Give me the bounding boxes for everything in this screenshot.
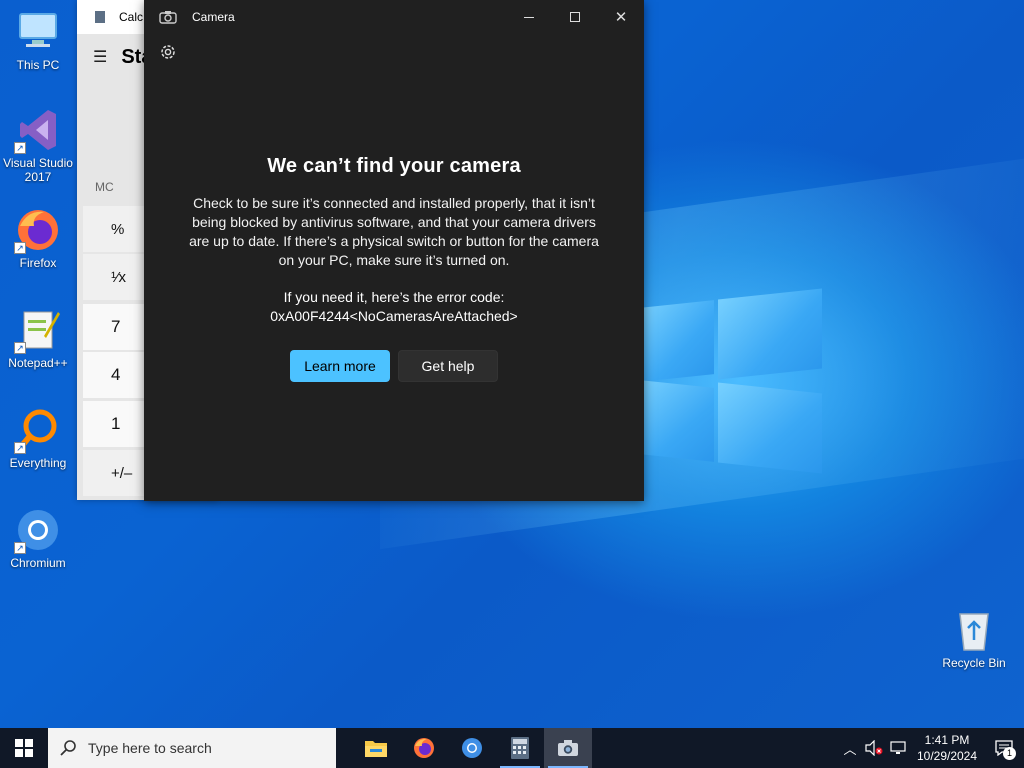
- everything-icon: ↗: [14, 406, 62, 454]
- clock-time: 1:41 PM: [924, 733, 970, 747]
- computer-icon: [14, 8, 62, 56]
- desktop-icon-this-pc[interactable]: This PC: [0, 8, 76, 72]
- start-button[interactable]: [0, 728, 48, 768]
- firefox-icon: ↗: [14, 206, 62, 254]
- chromium-icon: ↗: [14, 506, 62, 554]
- desktop-icon-label: Chromium: [10, 556, 66, 570]
- minimize-button[interactable]: [506, 0, 552, 34]
- taskbar-search-box[interactable]: Type here to search: [48, 728, 336, 768]
- desktop-icon-label: Visual Studio 2017: [3, 156, 73, 184]
- calculator-icon: [511, 737, 529, 759]
- error-heading: We can’t find your camera: [267, 155, 521, 177]
- recycle-bin-icon: [950, 606, 998, 654]
- camera-icon: [159, 10, 177, 24]
- search-icon: [60, 740, 76, 756]
- desktop-icon-notepadpp[interactable]: ↗ Notepad++: [0, 306, 76, 370]
- maximize-icon: [570, 12, 580, 22]
- firefox-icon: [414, 738, 434, 758]
- taskbar: Type here to search ︿ 1:41 PM 10/29/2024…: [0, 728, 1024, 768]
- desktop-icon-label: Firefox: [19, 256, 57, 270]
- calculator-title: Calc: [119, 10, 144, 24]
- close-button[interactable]: ✕: [598, 0, 644, 34]
- chromium-icon: [462, 738, 482, 758]
- get-help-button[interactable]: Get help: [398, 350, 498, 382]
- camera-window-title: Camera: [192, 10, 235, 24]
- network-icon[interactable]: [886, 728, 910, 768]
- notepadpp-icon: ↗: [14, 306, 62, 354]
- show-hidden-icons-chevron-up-icon[interactable]: ︿: [838, 728, 862, 768]
- camera-error-panel: We can’t find your camera Check to be su…: [144, 155, 644, 382]
- file-explorer-icon: [365, 741, 387, 757]
- desktop-icon-label: Notepad++: [8, 356, 68, 370]
- taskbar-firefox[interactable]: [400, 728, 448, 768]
- action-center-button[interactable]: 1: [984, 728, 1024, 768]
- error-description: Check to be sure it’s connected and inst…: [189, 195, 599, 268]
- camera-window[interactable]: Camera ✕ We can’t find your camera Check…: [144, 0, 644, 501]
- desktop-icon-label: Recycle Bin: [942, 656, 1006, 670]
- taskbar-calculator[interactable]: [496, 728, 544, 768]
- learn-more-button[interactable]: Learn more: [290, 350, 390, 382]
- search-placeholder: Type here to search: [88, 740, 212, 756]
- camera-titlebar[interactable]: Camera ✕: [144, 0, 644, 34]
- notification-count-badge: 1: [1003, 747, 1016, 760]
- visual-studio-icon: ↗: [14, 106, 62, 154]
- memory-clear-button[interactable]: MC: [95, 180, 114, 194]
- desktop-icon-firefox[interactable]: ↗ Firefox: [0, 206, 76, 270]
- maximize-button[interactable]: [552, 0, 598, 34]
- windows-start-icon: [15, 739, 33, 757]
- error-code: 0xA00F4244<NoCamerasAreAttached>: [270, 308, 518, 324]
- hamburger-menu-icon[interactable]: ☰: [93, 47, 107, 67]
- minimize-icon: [524, 16, 534, 18]
- taskbar-clock[interactable]: 1:41 PM 10/29/2024: [910, 732, 984, 764]
- desktop-icon-label: Everything: [9, 456, 67, 470]
- desktop-icon-label: This PC: [16, 58, 60, 72]
- clock-date: 10/29/2024: [916, 749, 978, 763]
- desktop-icon-chromium[interactable]: ↗ Chromium: [0, 506, 76, 570]
- system-tray: ︿ 1:41 PM 10/29/2024 1: [838, 728, 1024, 768]
- calculator-app-icon: [95, 11, 105, 23]
- close-icon: ✕: [614, 9, 628, 26]
- windows-logo-wallpaper: [640, 288, 825, 482]
- taskbar-camera[interactable]: [544, 728, 592, 768]
- error-code-label: If you need it, here’s the error code:: [283, 289, 505, 305]
- volume-muted-icon[interactable]: [862, 728, 886, 768]
- desktop-icon-everything[interactable]: ↗ Everything: [0, 406, 76, 470]
- settings-gear-icon[interactable]: [158, 42, 178, 62]
- camera-icon: [558, 740, 578, 756]
- desktop-icon-recycle-bin[interactable]: Recycle Bin: [936, 606, 1012, 670]
- error-actions: Learn more Get help: [144, 350, 644, 382]
- taskbar-file-explorer[interactable]: [352, 728, 400, 768]
- desktop-icon-visual-studio[interactable]: ↗ Visual Studio 2017: [0, 106, 76, 184]
- taskbar-chromium[interactable]: [448, 728, 496, 768]
